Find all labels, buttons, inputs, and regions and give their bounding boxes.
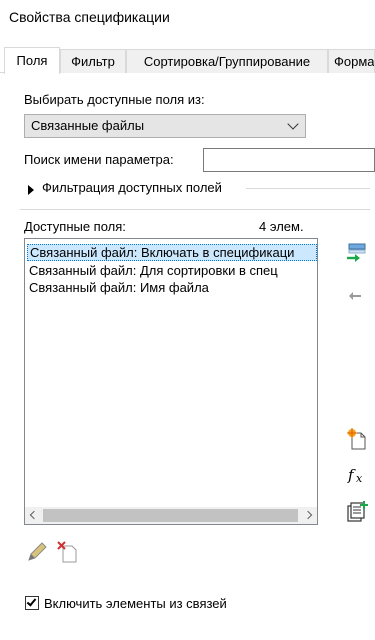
- delete-icon[interactable]: [57, 541, 77, 563]
- available-fields-count: 4 элем.: [259, 219, 304, 234]
- filter-expander[interactable]: Фильтрация доступных полей: [24, 180, 370, 200]
- svg-text:x: x: [356, 472, 363, 485]
- checkmark-icon: [26, 596, 37, 607]
- include-links-checkbox[interactable]: [25, 596, 39, 610]
- add-field-icon[interactable]: [345, 243, 366, 263]
- search-label: Поиск имени параметра:: [24, 152, 174, 167]
- edit-icon[interactable]: [26, 541, 47, 561]
- formula-icon[interactable]: f x: [347, 465, 367, 485]
- scroll-right-icon[interactable]: [303, 510, 313, 520]
- list-item[interactable]: Связанный файл: Для сортировки в спец: [27, 262, 317, 279]
- include-links-label: Включить элементы из связей: [44, 596, 227, 611]
- tab-strip: Поля Фильтр Сортировка/Группирование Фор…: [0, 47, 375, 74]
- filter-expander-label: Фильтрация доступных полей: [42, 180, 222, 195]
- list-item[interactable]: Связанный файл: Включать в спецификаци: [27, 244, 317, 261]
- horizontal-scrollbar[interactable]: [25, 507, 317, 524]
- available-fields-label: Доступные поля:: [24, 219, 126, 234]
- window-title: Свойства спецификации: [0, 0, 375, 36]
- tab-fields[interactable]: Поля: [4, 47, 60, 74]
- scrollbar-thumb[interactable]: [43, 509, 298, 522]
- available-fields-list[interactable]: Связанный файл: Включать в спецификаци С…: [24, 238, 318, 525]
- new-parameter-icon[interactable]: [346, 428, 366, 450]
- tab-format[interactable]: Форма: [328, 49, 375, 73]
- divider: [246, 188, 370, 189]
- divider: [20, 209, 370, 210]
- scroll-left-icon[interactable]: [29, 510, 39, 520]
- search-input[interactable]: [203, 148, 375, 172]
- source-label: Выбирать доступные поля из:: [24, 92, 205, 107]
- expand-arrow-icon: [28, 185, 34, 195]
- chevron-down-icon: [287, 118, 299, 130]
- tab-sorting-grouping[interactable]: Сортировка/Группирование: [126, 49, 328, 73]
- source-dropdown[interactable]: Связанные файлы: [24, 114, 306, 138]
- list-item[interactable]: Связанный файл: Имя файла: [27, 279, 317, 296]
- combine-parameters-icon[interactable]: [346, 500, 368, 522]
- svg-text:f: f: [347, 466, 356, 484]
- source-dropdown-value: Связанные файлы: [31, 118, 145, 133]
- remove-field-icon[interactable]: [345, 287, 365, 307]
- tab-filter[interactable]: Фильтр: [60, 49, 126, 73]
